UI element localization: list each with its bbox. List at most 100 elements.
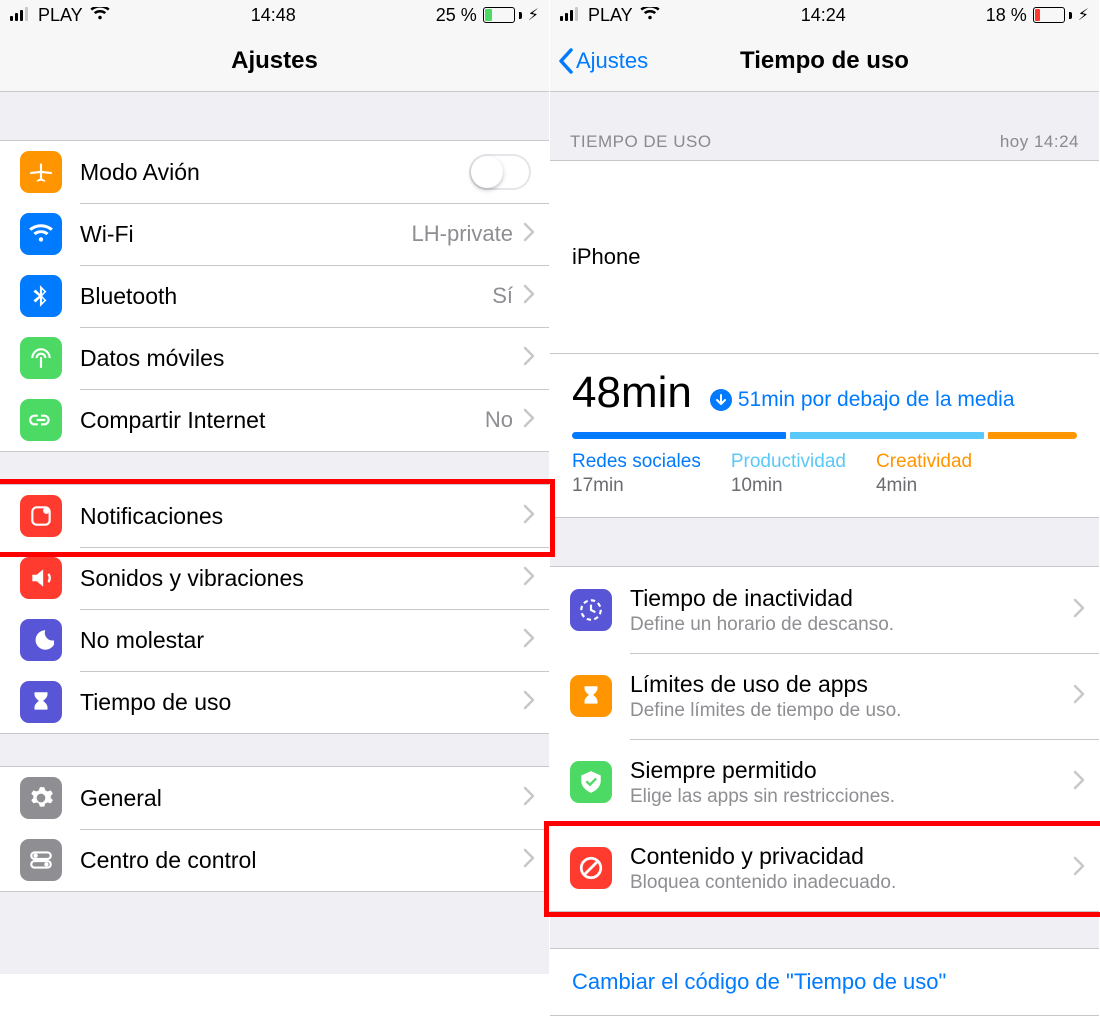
hourglass-icon	[570, 675, 612, 717]
row-label: Tiempo de uso	[80, 689, 523, 716]
row-label: Compartir Internet	[80, 407, 485, 434]
row-label: Sonidos y vibraciones	[80, 565, 523, 592]
category-value: 10min	[731, 475, 846, 497]
usage-segment	[572, 432, 786, 439]
sound-icon	[20, 557, 62, 599]
row-screentime[interactable]: Tiempo de uso	[0, 671, 549, 733]
row-sublabel: Define un horario de descanso.	[630, 614, 1073, 636]
chevron-right-icon	[1073, 856, 1085, 881]
wifi-icon	[639, 5, 661, 26]
row-dnd[interactable]: No molestar	[0, 609, 549, 671]
row-label: Contenido y privacidad	[630, 843, 1073, 870]
chevron-right-icon	[523, 222, 535, 247]
row-general[interactable]: General	[0, 767, 549, 829]
chevron-right-icon	[1073, 770, 1085, 795]
antenna-icon	[20, 337, 62, 379]
category-name: Productividad	[731, 451, 846, 473]
usage-bar	[572, 432, 1077, 439]
row-label: Tiempo de inactividad	[630, 585, 1073, 612]
chevron-right-icon	[1073, 684, 1085, 709]
gear-icon	[20, 777, 62, 819]
row-value: No	[485, 407, 513, 433]
row-label: Siempre permitido	[630, 757, 1073, 784]
page-title: Ajustes	[231, 47, 318, 75]
nosign-icon	[570, 847, 612, 889]
chevron-right-icon	[523, 284, 535, 309]
usage-category: Creatividad4min	[876, 451, 972, 497]
nav-header: Ajustes Tiempo de uso	[550, 30, 1099, 92]
row-notifications[interactable]: Notificaciones	[0, 485, 549, 547]
battery-icon	[483, 7, 522, 23]
airplane-icon	[20, 151, 62, 193]
back-label: Ajustes	[576, 48, 648, 74]
charging-icon: ⚡︎	[1078, 5, 1089, 25]
chevron-right-icon	[523, 690, 535, 715]
status-bar: PLAY 14:24 18 % ⚡︎	[550, 0, 1099, 30]
wifi-icon	[20, 213, 62, 255]
carrier-label: PLAY	[38, 5, 83, 26]
row-label: Notificaciones	[80, 503, 523, 530]
row-downtime[interactable]: Tiempo de inactividadDefine un horario d…	[550, 567, 1099, 653]
status-bar: PLAY 14:48 25 % ⚡︎	[0, 0, 549, 30]
row-applimits[interactable]: Límites de uso de appsDefine límites de …	[550, 653, 1099, 739]
chevron-right-icon	[523, 566, 535, 591]
row-label: Bluetooth	[80, 283, 492, 310]
change-code-link[interactable]: Cambiar el código de "Tiempo de uso"	[550, 948, 1099, 1016]
usage-categories: Redes sociales17minProductividad10minCre…	[572, 451, 1077, 497]
row-label: General	[80, 785, 523, 812]
arrow-down-icon	[710, 389, 732, 411]
row-sounds[interactable]: Sonidos y vibraciones	[0, 547, 549, 609]
chevron-right-icon	[523, 848, 535, 873]
hourglass-icon	[20, 681, 62, 723]
category-value: 4min	[876, 475, 972, 497]
row-label: No molestar	[80, 627, 523, 654]
connectivity-group: Modo AviónWi-FiLH-privateBluetoothSíDato…	[0, 140, 549, 452]
usage-category: Productividad10min	[731, 451, 846, 497]
row-label: Modo Avión	[80, 159, 469, 186]
check-icon	[570, 761, 612, 803]
settings-screen: PLAY 14:48 25 % ⚡︎ Ajustes Modo Avión Wi-…	[0, 0, 550, 974]
usage-segment	[790, 432, 984, 439]
link-icon	[20, 399, 62, 441]
downtime-icon	[570, 589, 612, 631]
row-bluetooth[interactable]: BluetoothSí	[0, 265, 549, 327]
usage-delta: 51min por debajo de la media	[710, 388, 1015, 412]
charging-icon: ⚡︎	[528, 5, 539, 25]
back-button[interactable]: Ajustes	[558, 30, 648, 91]
row-content[interactable]: Contenido y privacidadBloquea contenido …	[550, 825, 1099, 911]
battery-pct: 25 %	[436, 5, 477, 26]
chevron-right-icon	[523, 346, 535, 371]
row-cellular[interactable]: Datos móviles	[0, 327, 549, 389]
section-header-label: TIEMPO DE USO	[570, 132, 712, 152]
battery-icon	[1033, 7, 1072, 23]
row-sublabel: Define límites de tiempo de uso.	[630, 700, 1073, 722]
nav-header: Ajustes	[0, 30, 549, 92]
bluetooth-icon	[20, 275, 62, 317]
chevron-right-icon	[523, 786, 535, 811]
row-controlcenter[interactable]: Centro de control	[0, 829, 549, 891]
moon-icon	[20, 619, 62, 661]
chevron-right-icon	[523, 504, 535, 529]
row-label: Límites de uso de apps	[630, 671, 1073, 698]
section-header: TIEMPO DE USO hoy 14:24	[550, 132, 1099, 152]
chevron-right-icon	[785, 179, 1085, 335]
chevron-right-icon	[1073, 598, 1085, 623]
row-value: LH-private	[412, 221, 513, 247]
row-airplane[interactable]: Modo Avión	[0, 141, 549, 203]
screen-time-options: Tiempo de inactividadDefine un horario d…	[550, 566, 1099, 912]
status-time: 14:24	[801, 5, 846, 26]
signal-icon	[10, 5, 32, 26]
toggle[interactable]	[469, 154, 531, 190]
total-usage: 48min	[572, 368, 692, 418]
category-value: 17min	[572, 475, 701, 497]
row-wifi[interactable]: Wi-FiLH-private	[0, 203, 549, 265]
page-title: Tiempo de uso	[740, 47, 909, 75]
row-value: Sí	[492, 283, 513, 309]
battery-pct: 18 %	[986, 5, 1027, 26]
status-time: 14:48	[251, 5, 296, 26]
row-sublabel: Bloquea contenido inadecuado.	[630, 872, 1073, 894]
device-row[interactable]: iPhone	[550, 161, 1099, 354]
chevron-right-icon	[523, 628, 535, 653]
row-allowed[interactable]: Siempre permitidoElige las apps sin rest…	[550, 739, 1099, 825]
row-hotspot[interactable]: Compartir InternetNo	[0, 389, 549, 451]
